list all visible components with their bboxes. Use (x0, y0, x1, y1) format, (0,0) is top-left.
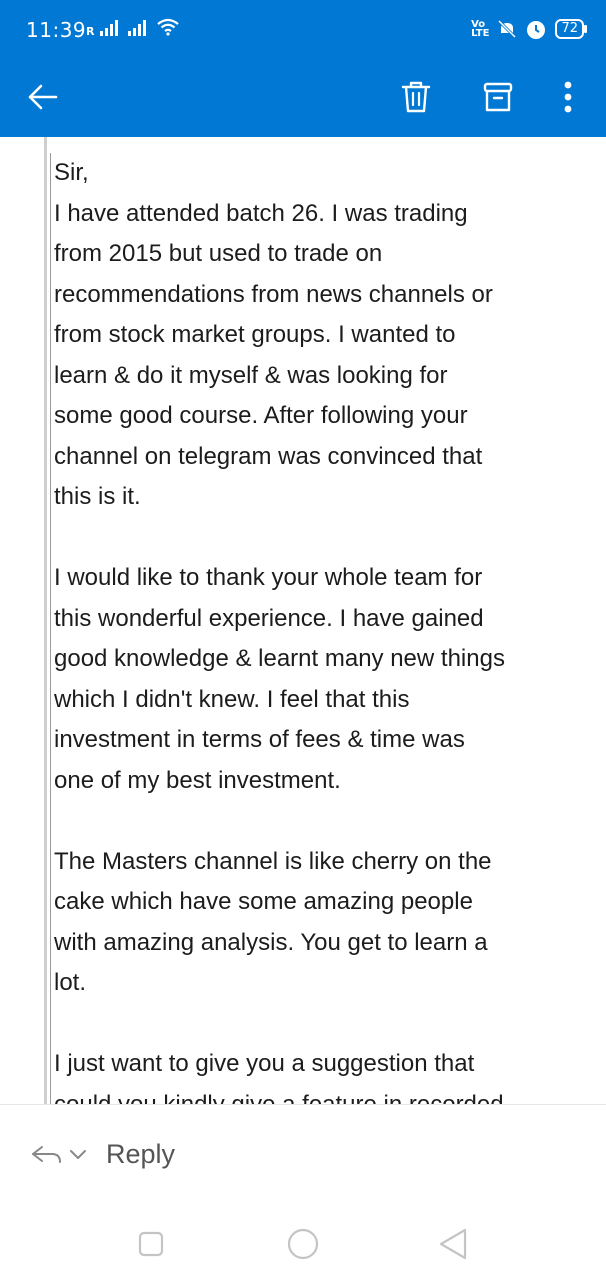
quote-bar (44, 137, 47, 1104)
triangle-back-icon (439, 1228, 467, 1260)
email-text-line: this wonderful experience. I have gained (54, 604, 484, 632)
email-text-line: this is it. (54, 483, 141, 510)
email-text-line: channel on telegram was convinced that (54, 442, 483, 470)
email-text-line: I just want to give you a suggestion tha… (54, 1050, 475, 1077)
email-text-line: good knowledge & learnt many new things (54, 645, 505, 672)
battery-indicator: 72 (555, 19, 587, 39)
status-time: 11:39 (26, 18, 87, 42)
volte-bottom-label: LTE (471, 28, 490, 39)
more-vertical-icon (564, 81, 572, 113)
mail-app-bar (0, 60, 606, 137)
email-text-line: some good course. After following your (54, 402, 468, 429)
wifi-icon (157, 18, 180, 36)
reply-button[interactable]: Reply (106, 1139, 175, 1170)
email-text-line: I would like to thank your whole team fo… (54, 564, 483, 591)
home-button[interactable] (283, 1224, 323, 1264)
email-body: Sir, I have attended batch 26. I was trad… (50, 153, 606, 1104)
email-text-line: recommendations from news channels or (54, 280, 493, 308)
email-text-line: which I didn't knew. I feel that this (54, 685, 410, 713)
alarm-icon (527, 21, 546, 39)
system-navigation-bar (0, 1210, 606, 1280)
square-icon (138, 1231, 164, 1257)
archive-icon (483, 82, 513, 112)
email-text-line: from stock market groups. I wanted to (54, 321, 456, 348)
roaming-label: R (86, 25, 95, 38)
email-text-line: lot. (54, 969, 87, 996)
status-right-icons: Vo LTE 72 (471, 18, 587, 40)
email-text-line: investment in terms of fees & time was (54, 726, 465, 753)
email-text-line: Sir, (54, 159, 89, 186)
reply-arrow-icon (32, 1146, 61, 1163)
signal-strength-icon-2 (128, 20, 147, 36)
email-text-line: with amazing analysis. You get to learn … (54, 928, 488, 956)
trash-icon (401, 81, 431, 113)
signal-strength-icon-1 (100, 20, 119, 36)
circle-icon (287, 1228, 319, 1260)
reply-divider (0, 1104, 606, 1105)
email-content[interactable]: Sir, I have attended batch 26. I was trad… (44, 137, 606, 1104)
chevron-down-icon[interactable] (68, 1147, 88, 1161)
signal-indicators: R (86, 17, 180, 37)
email-text-line: I have attended batch 26. I was trading (54, 199, 468, 227)
email-text-line: learn & do it myself & was looking for (54, 361, 448, 389)
email-text-line: could you kindly give a feature in recor… (54, 1090, 504, 1105)
archive-button[interactable] (471, 70, 525, 124)
system-back-button[interactable] (433, 1224, 473, 1264)
more-options-button[interactable] (541, 70, 595, 124)
mute-notifications-icon (498, 19, 517, 39)
status-bar: 11:39 R Vo LTE 72 (0, 0, 606, 60)
delete-button[interactable] (389, 70, 443, 124)
email-text-line: The Masters channel is like cherry on th… (54, 847, 492, 875)
reply-bar[interactable]: Reply (30, 1132, 175, 1176)
back-button[interactable] (16, 70, 70, 124)
email-text-line: from 2015 but used to trade on (54, 240, 383, 267)
email-text-line: one of my best investment. (54, 766, 341, 794)
volte-indicator: Vo LTE (471, 20, 490, 39)
recents-button[interactable] (131, 1224, 171, 1264)
email-text-line: cake which have some amazing people (54, 888, 473, 915)
arrow-left-icon (28, 84, 58, 110)
